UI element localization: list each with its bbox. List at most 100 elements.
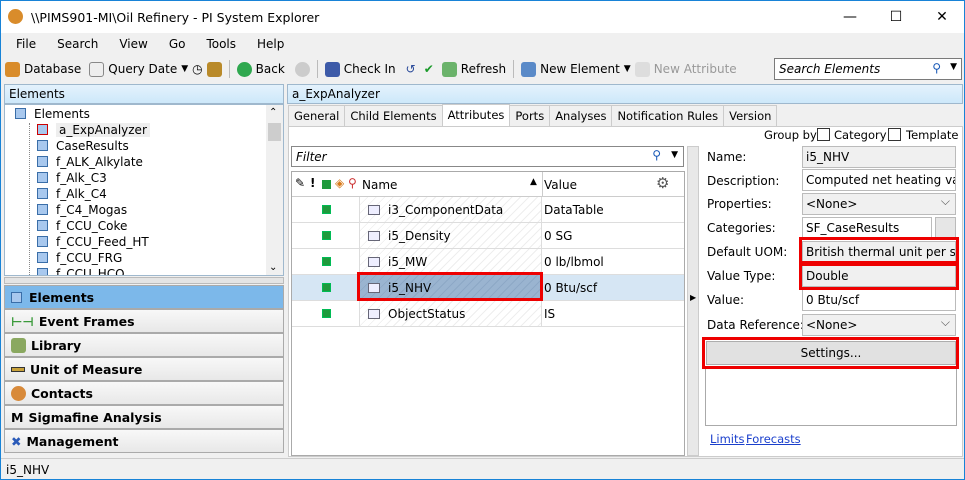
refresh-icon bbox=[441, 61, 457, 77]
properties-dropdown[interactable]: <None> bbox=[802, 193, 956, 215]
tab-analyses[interactable]: Analyses bbox=[549, 105, 613, 126]
pane-splitter[interactable] bbox=[4, 277, 284, 284]
reference-column-icon[interactable]: ◈ bbox=[335, 176, 344, 190]
details-splitter[interactable]: ▶ bbox=[687, 146, 699, 456]
check-in-button[interactable]: Check In bbox=[344, 62, 396, 76]
nav-sigmafine-analysis[interactable]: M Sigmafine Analysis bbox=[4, 405, 284, 429]
tree-item[interactable]: f_Alk_C4 bbox=[37, 187, 107, 203]
forward-icon[interactable] bbox=[294, 61, 310, 77]
filter-dropdown-icon[interactable]: ▼ bbox=[671, 150, 678, 160]
template-checkbox[interactable] bbox=[888, 128, 901, 141]
menu-tools[interactable]: Tools bbox=[206, 37, 236, 51]
maximize-button[interactable]: ☐ bbox=[873, 1, 919, 33]
tree-line bbox=[29, 123, 30, 275]
tab-version[interactable]: Version bbox=[723, 105, 778, 126]
query-date-button[interactable]: Query Date bbox=[108, 62, 177, 76]
data-reference-dropdown[interactable]: <None> bbox=[802, 314, 956, 336]
undo-icon[interactable]: ↺ bbox=[406, 62, 416, 76]
column-divider[interactable] bbox=[542, 172, 543, 197]
table-row-selected[interactable]: i5_NHV 0 Btu/scf bbox=[292, 275, 684, 301]
search-elements-input[interactable]: Search Elements ⚲ ▼ bbox=[774, 58, 962, 80]
limits-link[interactable]: Limits bbox=[710, 432, 745, 446]
nav-elements[interactable]: Elements bbox=[4, 285, 284, 309]
excluded-column-icon[interactable]: ⚲ bbox=[348, 176, 357, 190]
tree-item[interactable]: f_CCU_FRG bbox=[37, 251, 122, 267]
table-row[interactable]: i3_ComponentData DataTable bbox=[292, 197, 684, 223]
nav-library[interactable]: Library bbox=[4, 333, 284, 357]
properties-label: Properties: bbox=[707, 197, 772, 211]
clock-icon[interactable]: ◷ bbox=[192, 62, 202, 76]
back-button[interactable]: Back bbox=[256, 62, 285, 76]
settings-button[interactable]: Settings... bbox=[706, 341, 956, 365]
menu-search[interactable]: Search bbox=[57, 37, 98, 51]
flag-column-icon[interactable]: ! bbox=[310, 176, 315, 190]
new-attribute-button[interactable]: New Attribute bbox=[654, 62, 737, 76]
nav-unit-of-measure[interactable]: Unit of Measure bbox=[4, 357, 284, 381]
nav-management[interactable]: ✖ Management bbox=[4, 429, 284, 453]
default-uom-field[interactable]: British thermal unit per stan… bbox=[802, 241, 956, 263]
tree-item[interactable]: f_ALK_Alkylate bbox=[37, 155, 143, 171]
folder-icon[interactable] bbox=[206, 61, 222, 77]
separator bbox=[228, 60, 230, 78]
menu-view[interactable]: View bbox=[119, 37, 147, 51]
table-row[interactable]: i5_MW 0 lb/lbmol bbox=[292, 249, 684, 275]
tree-item[interactable]: f_C4_Mogas bbox=[37, 203, 127, 219]
name-field[interactable]: i5_NHV bbox=[802, 146, 956, 168]
attribute-name: i3_ComponentData bbox=[388, 203, 504, 217]
categories-field[interactable]: SF_CaseResults bbox=[802, 217, 932, 239]
new-element-dropdown[interactable]: ▼ bbox=[624, 64, 631, 74]
database-button[interactable]: Database bbox=[24, 62, 81, 76]
edit-column-icon[interactable]: ✎ bbox=[295, 176, 305, 190]
tab-attributes[interactable]: Attributes bbox=[441, 104, 511, 126]
tree-item[interactable]: f_Alk_C3 bbox=[37, 171, 107, 187]
tree-item[interactable]: f_CCU_Feed_HT bbox=[37, 235, 149, 251]
elements-icon bbox=[11, 291, 22, 303]
column-settings-gear-icon[interactable]: ⚙ bbox=[656, 174, 669, 192]
filter-search-icon[interactable]: ⚲ bbox=[652, 148, 661, 162]
forecasts-link[interactable]: Forecasts bbox=[746, 432, 801, 446]
description-field[interactable]: Computed net heating value fo bbox=[802, 169, 956, 191]
tree-root[interactable]: Elements bbox=[15, 107, 90, 123]
query-date-dropdown[interactable]: ▼ bbox=[181, 64, 188, 74]
scroll-up-icon[interactable]: ⌃ bbox=[269, 107, 277, 118]
column-header-value[interactable]: Value bbox=[544, 178, 577, 192]
menu-help[interactable]: Help bbox=[257, 37, 284, 51]
app-icon bbox=[8, 9, 23, 24]
refresh-button[interactable]: Refresh bbox=[461, 62, 506, 76]
search-icon[interactable]: ⚲ bbox=[932, 61, 941, 75]
scroll-thumb[interactable] bbox=[268, 123, 281, 141]
new-element-button[interactable]: New Element bbox=[540, 62, 620, 76]
minimize-button[interactable]: — bbox=[827, 1, 873, 33]
tree-item[interactable]: a_ExpAnalyzer bbox=[37, 123, 150, 139]
filter-placeholder: Filter bbox=[296, 150, 327, 164]
table-row[interactable]: ObjectStatus IS bbox=[292, 301, 684, 327]
config-column-icon[interactable] bbox=[322, 180, 331, 189]
expand-arrow-icon[interactable]: ▶ bbox=[690, 293, 696, 302]
checkmark-icon[interactable]: ✔ bbox=[424, 62, 434, 76]
element-icon bbox=[37, 156, 48, 167]
value-type-field[interactable]: Double bbox=[802, 265, 956, 287]
filter-input[interactable]: Filter ⚲ ▼ bbox=[291, 146, 684, 167]
attribute-value: 0 Btu/scf bbox=[544, 281, 598, 295]
scroll-down-icon[interactable]: ⌄ bbox=[269, 262, 277, 273]
element-checked-out-icon bbox=[37, 124, 48, 135]
tab-ports[interactable]: Ports bbox=[509, 105, 551, 126]
category-checkbox[interactable] bbox=[817, 128, 830, 141]
categories-browse-button[interactable] bbox=[935, 217, 956, 239]
tree-item[interactable]: f_CCU_HCO bbox=[37, 267, 125, 275]
tree-scrollbar[interactable]: ⌃ ⌄ bbox=[266, 105, 283, 275]
tree-item[interactable]: f_CCU_Coke bbox=[37, 219, 127, 235]
tab-child-elements[interactable]: Child Elements bbox=[344, 105, 443, 126]
tab-notification-rules[interactable]: Notification Rules bbox=[611, 105, 725, 126]
value-field[interactable]: 0 Btu/scf bbox=[802, 289, 956, 311]
nav-contacts[interactable]: Contacts bbox=[4, 381, 284, 405]
menu-go[interactable]: Go bbox=[169, 37, 186, 51]
column-header-name[interactable]: Name bbox=[362, 178, 397, 192]
close-button[interactable]: ✕ bbox=[919, 1, 965, 33]
table-row[interactable]: i5_Density 0 SG bbox=[292, 223, 684, 249]
tab-general[interactable]: General bbox=[288, 105, 346, 126]
nav-event-frames[interactable]: ⊢⊣ Event Frames bbox=[4, 309, 284, 333]
search-dropdown-icon[interactable]: ▼ bbox=[950, 62, 957, 72]
tree-item[interactable]: CaseResults bbox=[37, 139, 129, 155]
menu-file[interactable]: File bbox=[16, 37, 36, 51]
